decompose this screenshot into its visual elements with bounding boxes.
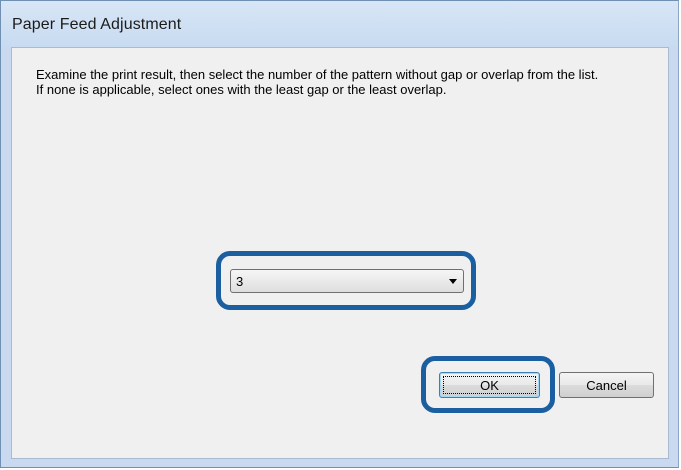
ok-button-label: OK xyxy=(480,378,499,393)
window-title: Paper Feed Adjustment xyxy=(12,16,182,33)
ok-button[interactable]: OK xyxy=(439,372,540,398)
dropdown-selected-value: 3 xyxy=(236,274,244,289)
instruction-line-2: If none is applicable, select ones with … xyxy=(36,82,447,97)
chevron-down-icon[interactable] xyxy=(449,279,457,284)
instruction-line-1: Examine the print result, then select th… xyxy=(36,67,599,82)
pattern-number-dropdown[interactable]: 3 xyxy=(230,269,464,293)
title-bar[interactable]: Paper Feed Adjustment xyxy=(1,1,678,47)
paper-feed-adjustment-dialog: Paper Feed Adjustment Examine the print … xyxy=(0,0,679,468)
instructions-text: Examine the print result, then select th… xyxy=(36,67,661,97)
cancel-button[interactable]: Cancel xyxy=(559,372,654,398)
page: Paper Feed Adjustment Examine the print … xyxy=(0,0,681,470)
